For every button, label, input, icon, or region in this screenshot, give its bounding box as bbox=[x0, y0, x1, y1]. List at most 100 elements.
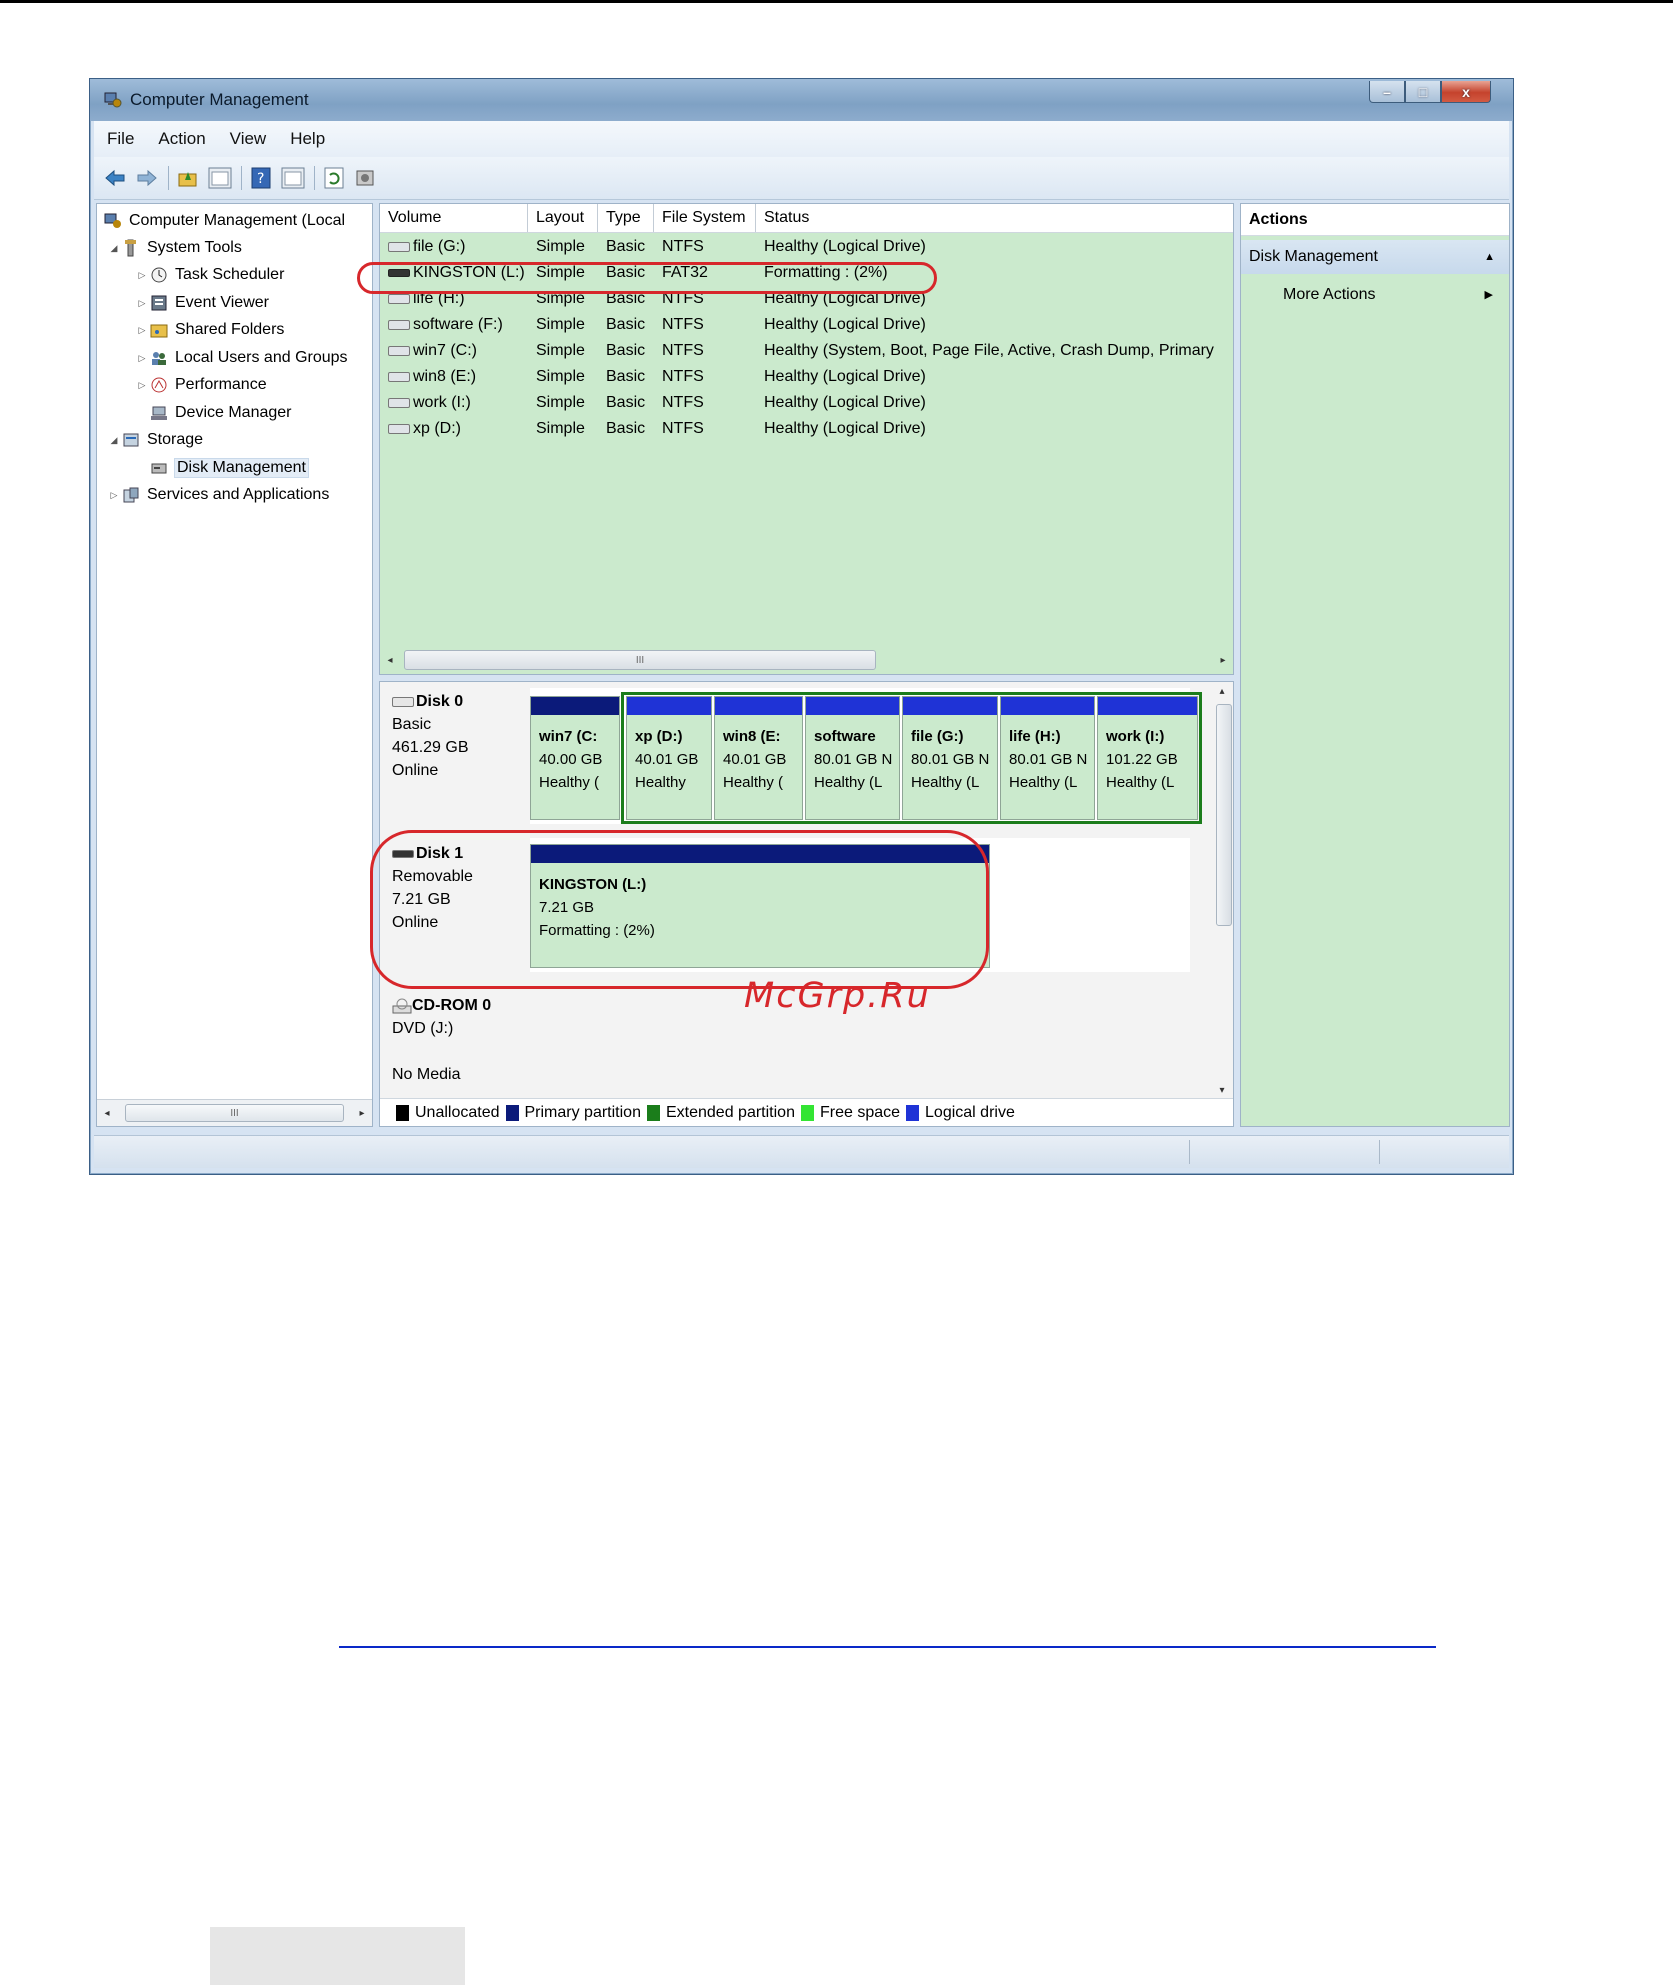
collapsed-arrow-icon[interactable]: ▷ bbox=[135, 353, 149, 364]
scroll-right-icon[interactable]: ▸ bbox=[352, 1108, 372, 1119]
volume-row[interactable]: xp (D:) Simple Basic NTFS Healthy (Logic… bbox=[380, 416, 1233, 442]
logical-drive-bar bbox=[1001, 697, 1094, 715]
cdrom-info[interactable]: CD-ROM 0 DVD (J:) No Media bbox=[392, 994, 491, 1086]
users-icon bbox=[149, 348, 169, 368]
scroll-right-icon[interactable]: ▸ bbox=[1213, 655, 1233, 666]
highlight-disk1 bbox=[370, 830, 989, 989]
up-folder-icon[interactable] bbox=[175, 165, 201, 191]
expanded-arrow-icon[interactable]: ◢ bbox=[107, 243, 121, 254]
submenu-arrow-icon: ▶ bbox=[1484, 289, 1493, 301]
title-bar[interactable]: Computer Management – □ x bbox=[90, 79, 1513, 121]
partition-software[interactable]: software 80.01 GB N Healthy (L bbox=[805, 696, 900, 820]
collapsed-arrow-icon[interactable]: ▷ bbox=[135, 298, 149, 309]
collapse-arrow-icon[interactable]: ▲ bbox=[1484, 240, 1495, 274]
collapsed-arrow-icon[interactable]: ▷ bbox=[135, 380, 149, 391]
disk-map-vertical-scrollbar[interactable]: ▴ ▾ bbox=[1213, 686, 1232, 1096]
system-tools-icon bbox=[121, 238, 141, 258]
scroll-left-icon[interactable]: ◂ bbox=[97, 1108, 117, 1119]
volume-row[interactable]: software (F:) Simple Basic NTFS Healthy … bbox=[380, 312, 1233, 338]
column-type[interactable]: Type bbox=[598, 204, 654, 232]
services-icon bbox=[121, 485, 141, 505]
legend-label: Primary partition bbox=[524, 1103, 641, 1121]
disk0-info[interactable]: Disk 0 Basic 461.29 GB Online bbox=[392, 690, 469, 782]
storage-icon bbox=[121, 430, 141, 450]
tree-item-device-manager[interactable]: Device Manager bbox=[149, 400, 292, 426]
scroll-thumb[interactable]: III bbox=[125, 1104, 344, 1122]
toolbar: ? bbox=[94, 157, 1509, 200]
tree-item-computer-management[interactable]: Computer Management (Local bbox=[103, 208, 345, 234]
tree-item-task-scheduler[interactable]: ▷ Task Scheduler bbox=[135, 262, 285, 288]
event-viewer-icon bbox=[149, 293, 169, 313]
more-actions-item[interactable]: More Actions ▶ bbox=[1283, 280, 1505, 310]
logical-drive-bar bbox=[627, 697, 711, 715]
collapsed-arrow-icon[interactable]: ▷ bbox=[135, 325, 149, 336]
tree-item-local-users-groups[interactable]: ▷ Local Users and Groups bbox=[135, 345, 348, 371]
collapsed-arrow-icon[interactable]: ▷ bbox=[107, 490, 121, 501]
logical-drive-bar bbox=[806, 697, 899, 715]
column-status[interactable]: Status bbox=[756, 204, 1233, 232]
tree-item-storage[interactable]: ◢ Storage bbox=[107, 427, 204, 453]
disk-icon bbox=[392, 696, 414, 707]
properties-icon[interactable] bbox=[280, 165, 306, 191]
volume-row[interactable]: win7 (C:) Simple Basic NTFS Healthy (Sys… bbox=[380, 338, 1233, 364]
partition-win7[interactable]: win7 (C: 40.00 GB Healthy ( bbox=[530, 696, 620, 820]
volume-row[interactable]: file (G:) Simple Basic NTFS Healthy (Log… bbox=[380, 234, 1233, 260]
back-arrow-icon[interactable] bbox=[102, 165, 128, 191]
maximize-button[interactable]: □ bbox=[1405, 81, 1441, 103]
scroll-thumb[interactable]: III bbox=[404, 650, 876, 670]
tree-horizontal-scrollbar[interactable]: ◂ III ▸ bbox=[97, 1099, 372, 1126]
device-manager-icon bbox=[149, 403, 169, 423]
drive-icon bbox=[388, 397, 410, 408]
partition-work[interactable]: work (I:) 101.22 GB Healthy (L bbox=[1097, 696, 1198, 820]
disk-settings-icon[interactable] bbox=[353, 165, 379, 191]
menu-help[interactable]: Help bbox=[277, 129, 336, 149]
tree-item-performance[interactable]: ▷ Performance bbox=[135, 372, 267, 398]
forward-arrow-icon[interactable] bbox=[134, 165, 160, 191]
tree-item-shared-folders[interactable]: ▷ Shared Folders bbox=[135, 317, 285, 343]
window-title: Computer Management bbox=[130, 90, 309, 109]
watermark: McGrp.Ru bbox=[744, 976, 931, 1016]
navigation-tree: Computer Management (Local ◢ System Tool… bbox=[96, 203, 373, 1127]
column-file-system[interactable]: File System bbox=[654, 204, 756, 232]
column-volume[interactable]: Volume bbox=[380, 204, 528, 232]
gray-block bbox=[210, 1927, 465, 1985]
scroll-left-icon[interactable]: ◂ bbox=[380, 655, 400, 666]
expanded-arrow-icon[interactable]: ◢ bbox=[107, 435, 121, 446]
refresh-icon[interactable] bbox=[321, 165, 347, 191]
show-hide-tree-icon[interactable] bbox=[207, 165, 233, 191]
partition-life[interactable]: life (H:) 80.01 GB N Healthy (L bbox=[1000, 696, 1095, 820]
collapsed-arrow-icon[interactable]: ▷ bbox=[135, 270, 149, 281]
primary-partition-bar bbox=[531, 697, 619, 715]
tree-item-disk-management[interactable]: Disk Management bbox=[149, 455, 309, 481]
toolbar-separator bbox=[241, 166, 242, 190]
status-bar bbox=[94, 1135, 1509, 1168]
partition-win8[interactable]: win8 (E: 40.01 GB Healthy ( bbox=[714, 696, 803, 820]
drive-icon bbox=[388, 319, 410, 330]
drive-icon bbox=[388, 371, 410, 382]
tree-item-system-tools[interactable]: ◢ System Tools bbox=[107, 235, 242, 261]
close-button[interactable]: x bbox=[1441, 81, 1491, 103]
scroll-thumb[interactable] bbox=[1216, 704, 1232, 926]
volume-row[interactable]: win8 (E:) Simple Basic NTFS Healthy (Log… bbox=[380, 364, 1233, 390]
partition-xp[interactable]: xp (D:) 40.01 GB Healthy bbox=[626, 696, 712, 820]
partition-file[interactable]: file (G:) 80.01 GB N Healthy (L bbox=[902, 696, 998, 820]
minimize-button[interactable]: – bbox=[1369, 81, 1405, 103]
volume-list-header: Volume Layout Type File System Status bbox=[380, 204, 1233, 233]
legend-swatch-unallocated bbox=[396, 1104, 409, 1121]
volume-horizontal-scrollbar[interactable]: ◂ III ▸ bbox=[380, 646, 1233, 674]
help-icon[interactable]: ? bbox=[248, 165, 274, 191]
status-separator bbox=[1379, 1140, 1380, 1164]
menu-file[interactable]: File bbox=[94, 129, 145, 149]
tree-item-event-viewer[interactable]: ▷ Event Viewer bbox=[135, 290, 269, 316]
legend-label: Unallocated bbox=[415, 1103, 500, 1121]
tree-item-services-applications[interactable]: ▷ Services and Applications bbox=[107, 482, 330, 508]
actions-section-disk-management[interactable]: Disk Management ▲ bbox=[1241, 240, 1509, 274]
volume-row[interactable]: work (I:) Simple Basic NTFS Healthy (Log… bbox=[380, 390, 1233, 416]
menu-view[interactable]: View bbox=[217, 129, 278, 149]
menu-action[interactable]: Action bbox=[145, 129, 216, 149]
column-layout[interactable]: Layout bbox=[528, 204, 598, 232]
scroll-down-icon[interactable]: ▾ bbox=[1213, 1085, 1231, 1096]
legend-label: Free space bbox=[819, 1103, 901, 1121]
scroll-up-icon[interactable]: ▴ bbox=[1213, 686, 1231, 697]
performance-icon bbox=[149, 375, 169, 395]
